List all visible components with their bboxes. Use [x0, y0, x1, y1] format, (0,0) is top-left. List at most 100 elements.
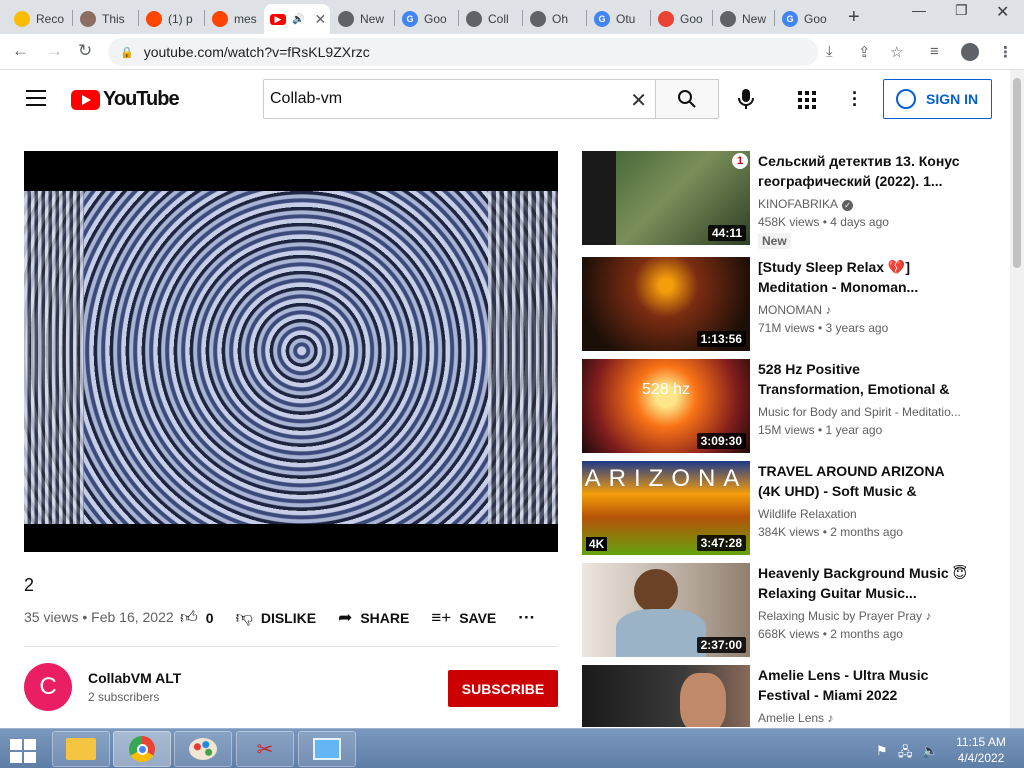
- clear-search-icon[interactable]: ✕: [630, 88, 647, 113]
- video-player[interactable]: [24, 151, 558, 552]
- recommendation-channel[interactable]: KINOFABRIKA ✓: [758, 197, 966, 211]
- page-scrollbar[interactable]: [1010, 70, 1024, 728]
- recommendation-item[interactable]: ARIZONA 4K 3:47:28 TRAVEL AROUND ARIZONA…: [582, 461, 972, 555]
- system-clock[interactable]: 11:15 AM 4/4/2022: [948, 734, 1014, 766]
- sign-in-label: SIGN IN: [926, 91, 979, 107]
- settings-more-icon[interactable]: · · ·: [852, 84, 858, 114]
- recommendation-item[interactable]: 528 hz 3:09:30 528 Hz Positive Transform…: [582, 359, 972, 453]
- recommendation-item[interactable]: 1 44:11 Сельский детектив 13. Конус геог…: [582, 151, 972, 249]
- action-center-flag-icon[interactable]: ⚑: [876, 743, 888, 759]
- tab-2[interactable]: This: [74, 4, 136, 34]
- tab-9[interactable]: Oh: [524, 4, 586, 34]
- recommendation-title[interactable]: TRAVEL AROUND ARIZONA (4K UHD) - Soft Mu…: [758, 461, 968, 501]
- reload-icon[interactable]: ↻: [78, 41, 92, 61]
- save-button[interactable]: ≡+ SAVE: [431, 608, 496, 628]
- back-icon[interactable]: ←: [12, 41, 29, 61]
- speaker-icon[interactable]: 🔊: [292, 14, 304, 25]
- new-tab-button[interactable]: +: [848, 6, 860, 29]
- recommendation-item[interactable]: 1:13:56 [Study Sleep Relax 💔] Meditation…: [582, 257, 972, 351]
- channel-name[interactable]: CollabVM ALT: [88, 670, 181, 686]
- browser-menu-icon[interactable]: ⋮: [998, 43, 1013, 61]
- menu-icon[interactable]: [26, 90, 46, 111]
- sign-in-button[interactable]: SIGN IN: [883, 79, 992, 119]
- search-input[interactable]: [270, 90, 610, 108]
- search-button[interactable]: [655, 79, 719, 119]
- microphone-icon[interactable]: [737, 88, 755, 115]
- recommendation-channel[interactable]: Amelie Lens ♪: [758, 711, 966, 725]
- profile-icon[interactable]: [961, 43, 979, 61]
- share-arrow-icon: ➦: [338, 607, 353, 627]
- video-thumbnail[interactable]: 1:13:56: [582, 257, 750, 351]
- channel-label: MONOMAN: [758, 303, 822, 317]
- recommendation-channel[interactable]: Wildlife Relaxation: [758, 507, 966, 521]
- thumbs-up-icon: 👍︎: [180, 608, 198, 627]
- tab-7[interactable]: G Goo: [396, 4, 458, 34]
- tab-youtube-active[interactable]: ▶ 🔊 ✕: [264, 4, 330, 34]
- video-thumbnail[interactable]: 1 44:11: [582, 151, 750, 245]
- paint-taskbar-button[interactable]: [174, 731, 232, 767]
- bookmark-star-icon[interactable]: ☆: [890, 43, 903, 61]
- dislike-button[interactable]: 👎︎ DISLIKE: [236, 607, 317, 628]
- recommendation-item[interactable]: 2:37:00 Heavenly Background Music 😇 Rela…: [582, 563, 972, 657]
- tab-11[interactable]: Goo: [652, 4, 712, 34]
- tab-4[interactable]: mes: [206, 4, 264, 34]
- more-actions-button[interactable]: ···: [518, 608, 535, 628]
- recommendation-title[interactable]: Amelie Lens - Ultra Music Festival - Mia…: [758, 665, 968, 705]
- recommendation-title[interactable]: Сельский детектив 13. Конус географическ…: [758, 151, 968, 191]
- share-label: SHARE: [360, 609, 410, 626]
- recommendation-channel[interactable]: Music for Body and Spirit - Meditatio...: [758, 405, 966, 419]
- collabvm-icon: [530, 11, 546, 27]
- lock-icon[interactable]: 🔒: [120, 46, 134, 59]
- scrollbar-thumb[interactable]: [1013, 78, 1021, 268]
- file-explorer-taskbar-button[interactable]: [52, 731, 110, 767]
- start-button[interactable]: [8, 737, 38, 763]
- apps-grid-icon[interactable]: [798, 91, 816, 109]
- channel-avatar[interactable]: C: [24, 663, 72, 711]
- scissors-icon: ✂: [256, 738, 274, 761]
- volume-muted-icon[interactable]: 🔈: [922, 743, 938, 759]
- network-icon[interactable]: 🖧: [898, 743, 913, 765]
- restore-icon[interactable]: ❐: [955, 2, 968, 19]
- tab-1[interactable]: Reco: [8, 4, 70, 34]
- search-box[interactable]: ✕: [263, 79, 656, 119]
- video-thumbnail[interactable]: ARIZONA 4K 3:47:28: [582, 461, 750, 555]
- chrome-icon: [720, 11, 736, 27]
- music-note-icon: ♪: [827, 711, 834, 725]
- install-app-icon[interactable]: ⤓: [826, 43, 833, 60]
- close-tab-icon[interactable]: ✕: [314, 11, 326, 28]
- like-button[interactable]: 👍︎ 0: [180, 607, 214, 628]
- youtube-header: YouTube ✕ ··· SIGN IN: [0, 70, 1010, 128]
- address-bar[interactable]: 🔒 youtube.com/watch?v=fRsKL9ZXrzc: [108, 38, 818, 66]
- control-panel-taskbar-button[interactable]: [298, 731, 356, 767]
- tab-10[interactable]: G Otu: [588, 4, 650, 34]
- subscribe-button[interactable]: SUBSCRIBE: [448, 670, 558, 707]
- video-thumbnail[interactable]: 528 hz 3:09:30: [582, 359, 750, 453]
- share-icon[interactable]: ⇪: [858, 43, 871, 61]
- tab-6[interactable]: New: [332, 4, 394, 34]
- tab-13[interactable]: G Goo: [776, 4, 838, 34]
- recommendation-title[interactable]: 528 Hz Positive Transformation, Emotiona…: [758, 359, 968, 399]
- chrome-taskbar-button[interactable]: [113, 731, 171, 767]
- minimize-icon[interactable]: —: [912, 2, 926, 18]
- tab-title: Oh: [552, 12, 569, 26]
- share-button[interactable]: ➦ SHARE: [338, 608, 409, 628]
- recommendation-title[interactable]: [Study Sleep Relax 💔] Meditation - Monom…: [758, 257, 968, 297]
- recommendation-channel[interactable]: Relaxing Music by Prayer Pray ♪: [758, 609, 966, 623]
- media-queue-icon[interactable]: ≡: [930, 43, 939, 60]
- youtube-logo[interactable]: YouTube: [71, 88, 180, 111]
- chrome-icon: [338, 11, 354, 27]
- google-icon: G: [594, 11, 610, 27]
- recommendation-channel[interactable]: MONOMAN ♪: [758, 303, 966, 317]
- video-thumbnail[interactable]: [582, 665, 750, 727]
- recommendation-item[interactable]: Amelie Lens - Ultra Music Festival - Mia…: [582, 665, 972, 727]
- recommendation-title[interactable]: Heavenly Background Music 😇 Relaxing Gui…: [758, 563, 968, 603]
- youtube-icon: ▶: [270, 13, 286, 25]
- close-window-icon[interactable]: ✕: [996, 2, 1009, 22]
- tab-12[interactable]: New: [714, 4, 774, 34]
- video-thumbnail[interactable]: 2:37:00: [582, 563, 750, 657]
- tab-3[interactable]: (1) p: [140, 4, 202, 34]
- snipping-tool-taskbar-button[interactable]: ✂: [236, 731, 294, 767]
- tab-8[interactable]: Coll: [460, 4, 522, 34]
- forward-icon[interactable]: →: [46, 41, 63, 61]
- recommendation-stats: 384K views • 2 months ago: [758, 525, 903, 539]
